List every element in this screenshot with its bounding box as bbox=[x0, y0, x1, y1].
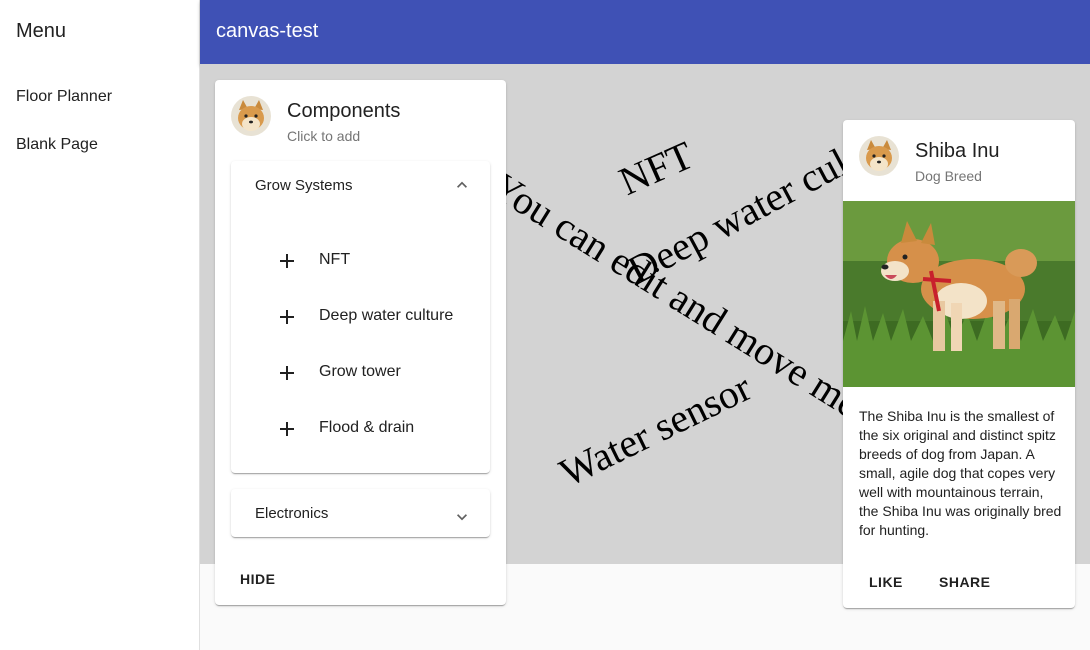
add-item-label: Deep water culture bbox=[319, 307, 454, 324]
components-title: Components bbox=[287, 100, 401, 122]
dog-card: Shiba Inu Dog Breed The Shiba Inu is the… bbox=[843, 120, 1075, 608]
side-drawer: Menu Floor Planner Blank Page bbox=[0, 0, 200, 650]
chevron-up-icon bbox=[457, 181, 467, 188]
chevron-down-icon bbox=[457, 514, 467, 521]
drawer-item-blank-page[interactable]: Blank Page bbox=[0, 121, 199, 169]
shiba-avatar-icon bbox=[231, 96, 271, 136]
electronics-label: Electronics bbox=[255, 505, 329, 522]
plus-icon bbox=[280, 254, 294, 268]
plus-icon bbox=[280, 310, 294, 324]
hide-button[interactable]: HIDE bbox=[232, 563, 283, 595]
canvas-text-nft[interactable]: NFT bbox=[612, 131, 700, 205]
share-button[interactable]: SHARE bbox=[931, 566, 999, 598]
dog-card-title: Shiba Inu bbox=[915, 140, 1000, 162]
add-item-deep-water-culture[interactable]: Deep water culture bbox=[271, 289, 490, 345]
add-item-flood-drain[interactable]: Flood & drain bbox=[271, 401, 490, 457]
canvas-text-water-sensor[interactable]: Water sensor bbox=[552, 363, 758, 496]
dog-card-description: The Shiba Inu is the smallest of the six… bbox=[859, 408, 1062, 538]
add-item-label: Flood & drain bbox=[319, 419, 415, 436]
add-item-label: NFT bbox=[319, 251, 351, 268]
add-item-nft[interactable]: NFT bbox=[271, 233, 490, 289]
plus-icon bbox=[280, 366, 294, 380]
plus-icon bbox=[280, 422, 294, 436]
like-button[interactable]: LIKE bbox=[861, 566, 911, 598]
components-subtitle: Click to add bbox=[287, 128, 361, 144]
drawer-item-floor-planner[interactable]: Floor Planner bbox=[0, 73, 199, 121]
app-title: canvas-test bbox=[216, 20, 319, 42]
shiba-avatar-icon bbox=[859, 136, 899, 176]
electronics-header[interactable]: Electronics bbox=[231, 489, 490, 537]
dog-card-subtitle: Dog Breed bbox=[915, 168, 982, 184]
grow-systems-label: Grow Systems bbox=[255, 177, 353, 194]
drawer-title: Menu bbox=[16, 20, 67, 42]
grow-systems-panel: Grow Systems NFT Deep water culture Grow… bbox=[231, 161, 490, 473]
components-card: Components Click to add Grow Systems NFT… bbox=[215, 80, 506, 605]
app-bar: canvas-test bbox=[200, 0, 1090, 64]
grow-systems-header[interactable]: Grow Systems bbox=[231, 161, 490, 209]
add-item-grow-tower[interactable]: Grow tower bbox=[271, 345, 490, 401]
add-item-label: Grow tower bbox=[319, 363, 401, 380]
electronics-panel: Electronics bbox=[231, 489, 490, 537]
shiba-inu-photo bbox=[843, 201, 1075, 387]
